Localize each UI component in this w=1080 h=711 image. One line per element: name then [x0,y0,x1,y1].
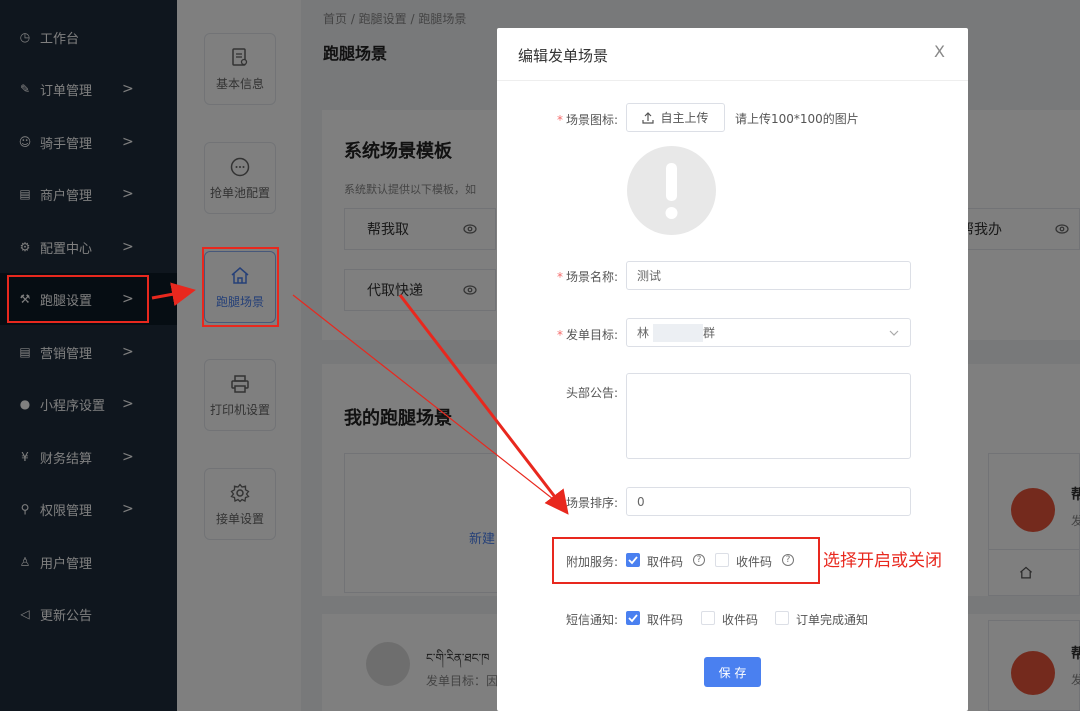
annotation-arrows [151,282,569,515]
arrow-to-extra-services [398,294,569,515]
arrow-thin-line [292,294,568,511]
arrow-to-subnav [151,282,196,307]
